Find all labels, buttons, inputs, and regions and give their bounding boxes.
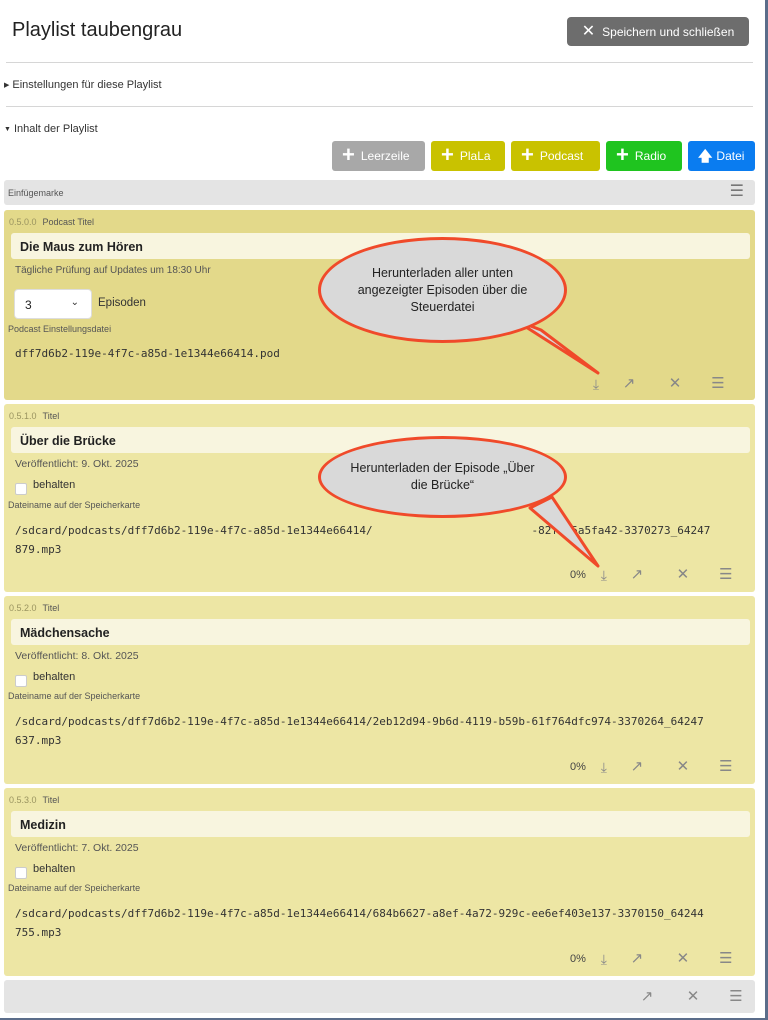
callout-download-episode: Herunterladen der Episode „Über die Brüc… [318, 436, 567, 518]
callout-download-all: Herunterladen aller unten angezeigter Ep… [318, 237, 567, 343]
playlist-window: Playlist taubengrau ✕ Speichern und schl… [0, 0, 765, 1018]
